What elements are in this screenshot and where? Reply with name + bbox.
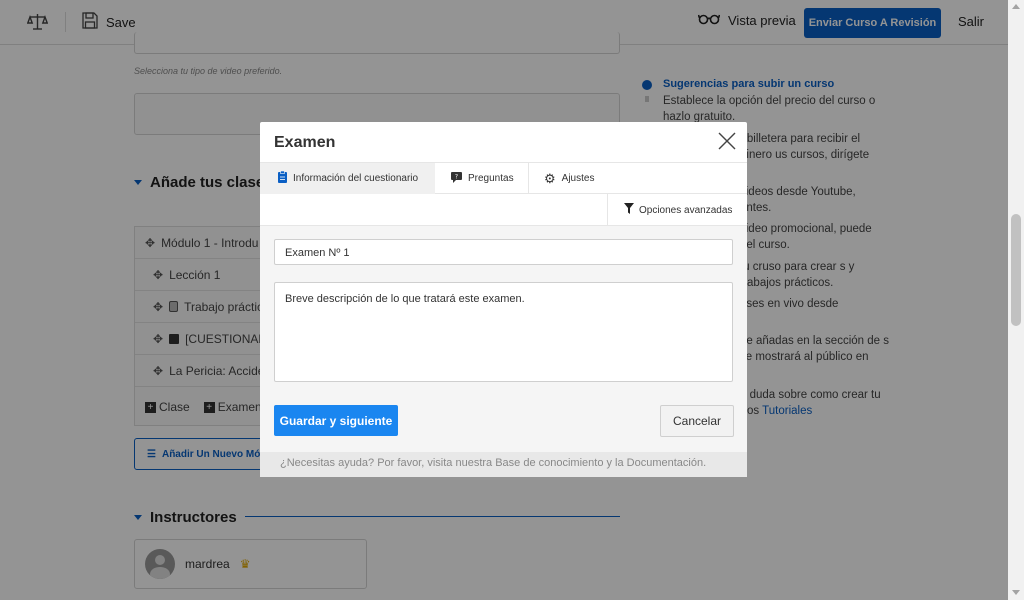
scroll-down-arrow-icon[interactable] [1012,590,1020,595]
gear-icon: ⚙ [544,170,556,186]
tab-questions[interactable]: ? Preguntas [435,163,529,194]
tab-quiz-info[interactable]: Información del cuestionario [260,163,435,194]
tab-label: Ajustes [561,173,595,184]
tab-settings[interactable]: ⚙ Ajustes [544,163,624,194]
filter-icon [624,203,634,217]
tab-label: Preguntas [468,173,514,184]
course-builder-page: Save Vista previa Enviar Curso A Revisió… [0,0,1024,600]
exam-description-textarea[interactable]: Breve descripción de lo que tratará este… [274,282,733,382]
advanced-options-button[interactable]: Opciones avanzadas [607,194,747,226]
question-icon: ? [451,171,462,186]
save-and-next-button[interactable]: Guardar y siguiente [274,405,398,436]
advanced-options-row: Opciones avanzadas [260,194,747,226]
modal-help-footer: ¿Necesitas ayuda? Por favor, visita nues… [260,452,747,477]
clipboard-icon [278,170,287,186]
modal-body: Examen Nº 1 Breve descripción de lo que … [260,226,747,452]
exam-modal: Examen Información del cuestionario ? Pr… [260,122,747,477]
modal-tabs: Información del cuestionario ? Preguntas… [260,162,747,194]
advanced-options-label: Opciones avanzadas [639,204,733,216]
exam-name-input[interactable]: Examen Nº 1 [274,239,733,265]
modal-title: Examen [274,134,336,151]
scrollbar-thumb[interactable] [1011,214,1021,326]
cancel-button[interactable]: Cancelar [660,405,734,437]
svg-text:?: ? [455,173,458,180]
page-scrollbar[interactable] [1008,0,1024,600]
scroll-up-arrow-icon[interactable] [1012,4,1020,9]
tab-label: Información del cuestionario [293,173,419,184]
close-icon[interactable] [718,132,736,150]
